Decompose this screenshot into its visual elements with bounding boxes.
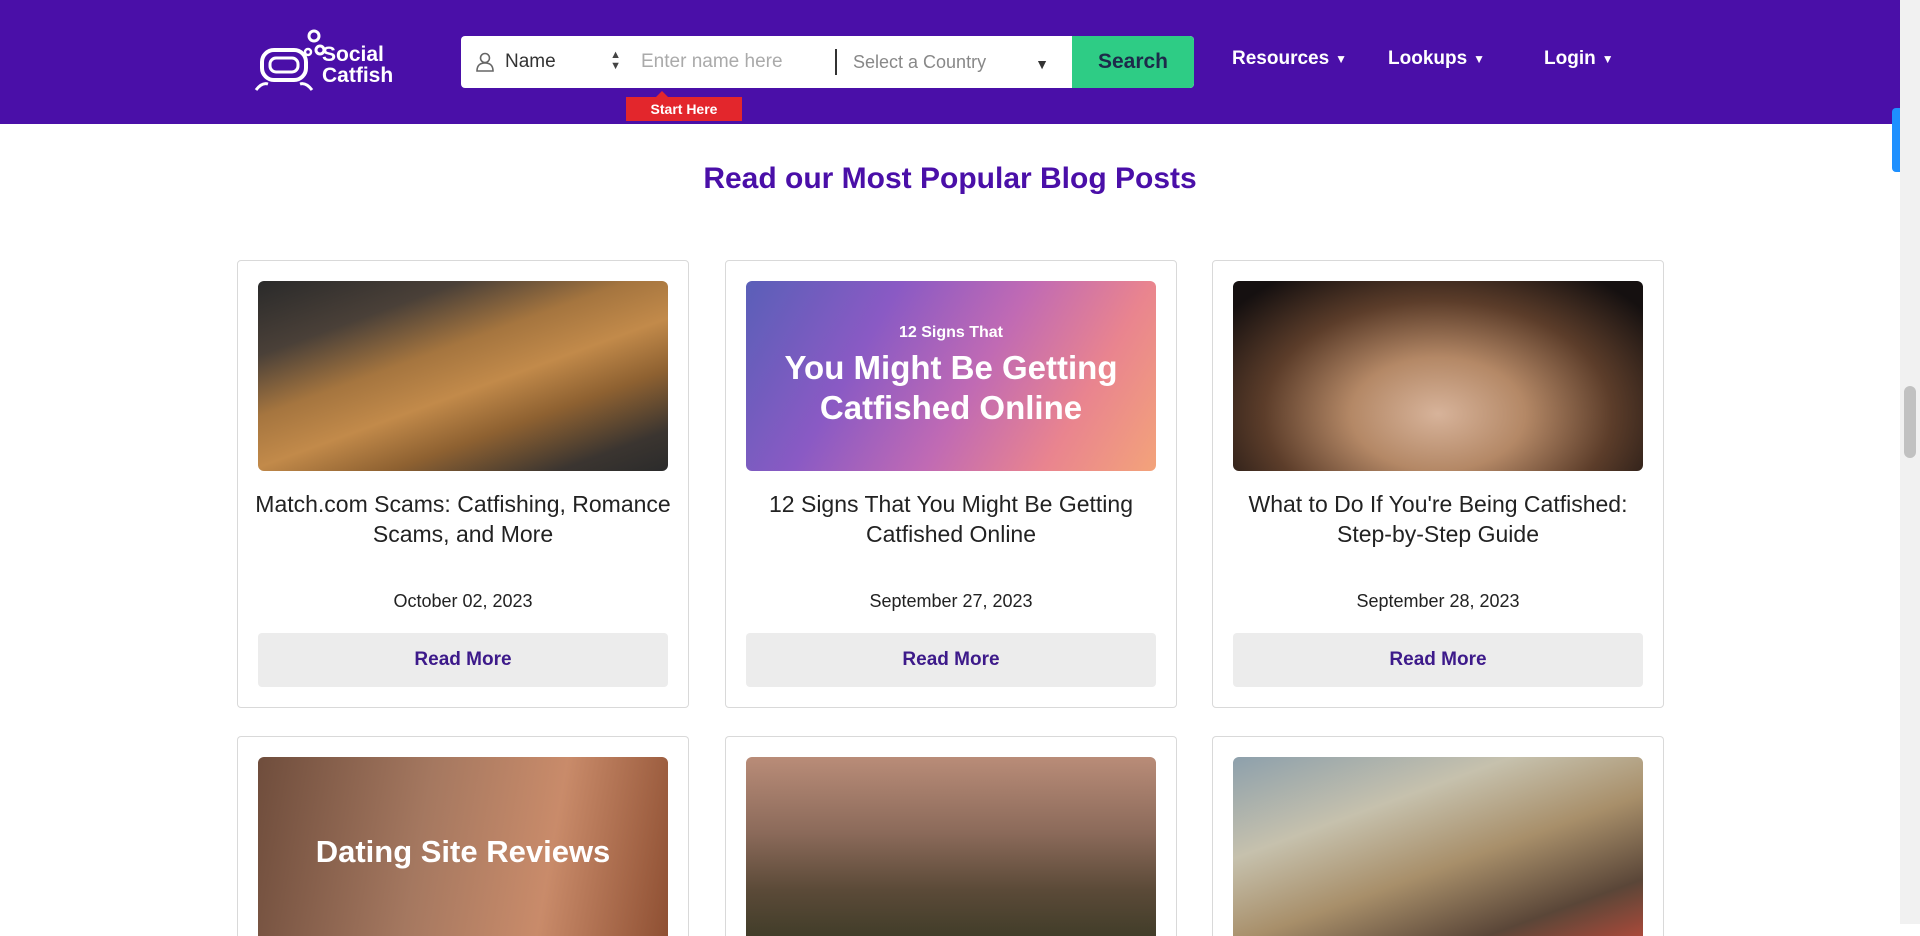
caret-down-icon: ▼ [1473,52,1486,66]
blog-card-title[interactable]: Match.com Scams: Catfishing, Romance Sca… [250,489,676,549]
read-more-button[interactable]: Read More [746,633,1156,687]
catfish-logo-icon [254,29,326,91]
start-here-badge: Start Here [626,91,742,121]
nav-login[interactable]: Login ▼ [1544,48,1614,70]
read-more-button[interactable]: Read More [258,633,668,687]
image-overlay-title: You Might Be Getting Catfished Online [784,349,1118,426]
blog-card-image[interactable] [1233,757,1643,936]
image-overlay-title: Dating Site Reviews [315,834,611,869]
caret-down-icon: ▼ [1601,52,1614,66]
nav-login-label: Login [1544,48,1596,69]
user-icon [476,52,494,72]
blog-card-date: September 28, 2023 [1356,591,1520,611]
search-type-label: Name [505,51,556,72]
blog-card-image[interactable]: 12 Signs That You Might Be Getting Catfi… [746,281,1156,471]
blog-card [1212,736,1664,936]
nav-resources-label: Resources [1232,48,1330,69]
blog-card-date: October 02, 2023 [393,591,533,611]
section-title: Read our Most Popular Blog Posts [703,162,1197,195]
name-field-wrapper [631,49,837,75]
blog-card-image[interactable]: Dating Site Reviews [258,757,668,936]
image-overlay-subtitle: 12 Signs That [898,324,1004,341]
country-select-value: Select a Country [853,51,987,72]
site-header: Social Catfish Name ▲▼ Select a Country … [0,0,1900,124]
blog-card: 12 Signs That You Might Be Getting Catfi… [725,260,1177,708]
nav-lookups-label: Lookups [1388,48,1468,69]
people-search-bar: Name ▲▼ Select a Country ▼ Search [461,36,1194,88]
blog-card: Match.com Scams: Catfishing, Romance Sca… [237,260,689,708]
blog-card [725,736,1177,936]
chevron-down-icon: ▼ [1035,56,1049,72]
up-down-arrows-icon: ▲ ▼ [610,49,621,72]
blog-card-title[interactable]: What to Do If You're Being Catfished: St… [1225,489,1651,549]
nav-lookups[interactable]: Lookups ▼ [1388,48,1485,70]
caret-down-icon: ▼ [1335,52,1348,66]
name-input[interactable] [641,51,831,73]
search-button[interactable]: Search [1072,36,1194,88]
blog-card-image[interactable] [1233,281,1643,471]
scrollbar-thumb[interactable] [1904,386,1916,458]
nav-resources[interactable]: Resources ▼ [1232,48,1347,70]
page-scrollbar[interactable] [1900,0,1920,924]
blog-card-image[interactable] [258,281,668,471]
logo-text: Social Catfish [322,43,394,87]
blog-card-image[interactable] [746,757,1156,936]
social-catfish-logo[interactable]: Social Catfish [252,28,412,92]
blog-card: What to Do If You're Being Catfished: St… [1212,260,1664,708]
blog-card: Dating Site Reviews [237,736,689,936]
read-more-button[interactable]: Read More [1233,633,1643,687]
blog-card-date: September 27, 2023 [869,591,1033,611]
country-select[interactable]: Select a Country ▼ [837,36,1063,88]
search-type-select[interactable]: Name ▲ ▼ [461,36,631,88]
blog-card-title[interactable]: 12 Signs That You Might Be Getting Catfi… [738,489,1164,549]
